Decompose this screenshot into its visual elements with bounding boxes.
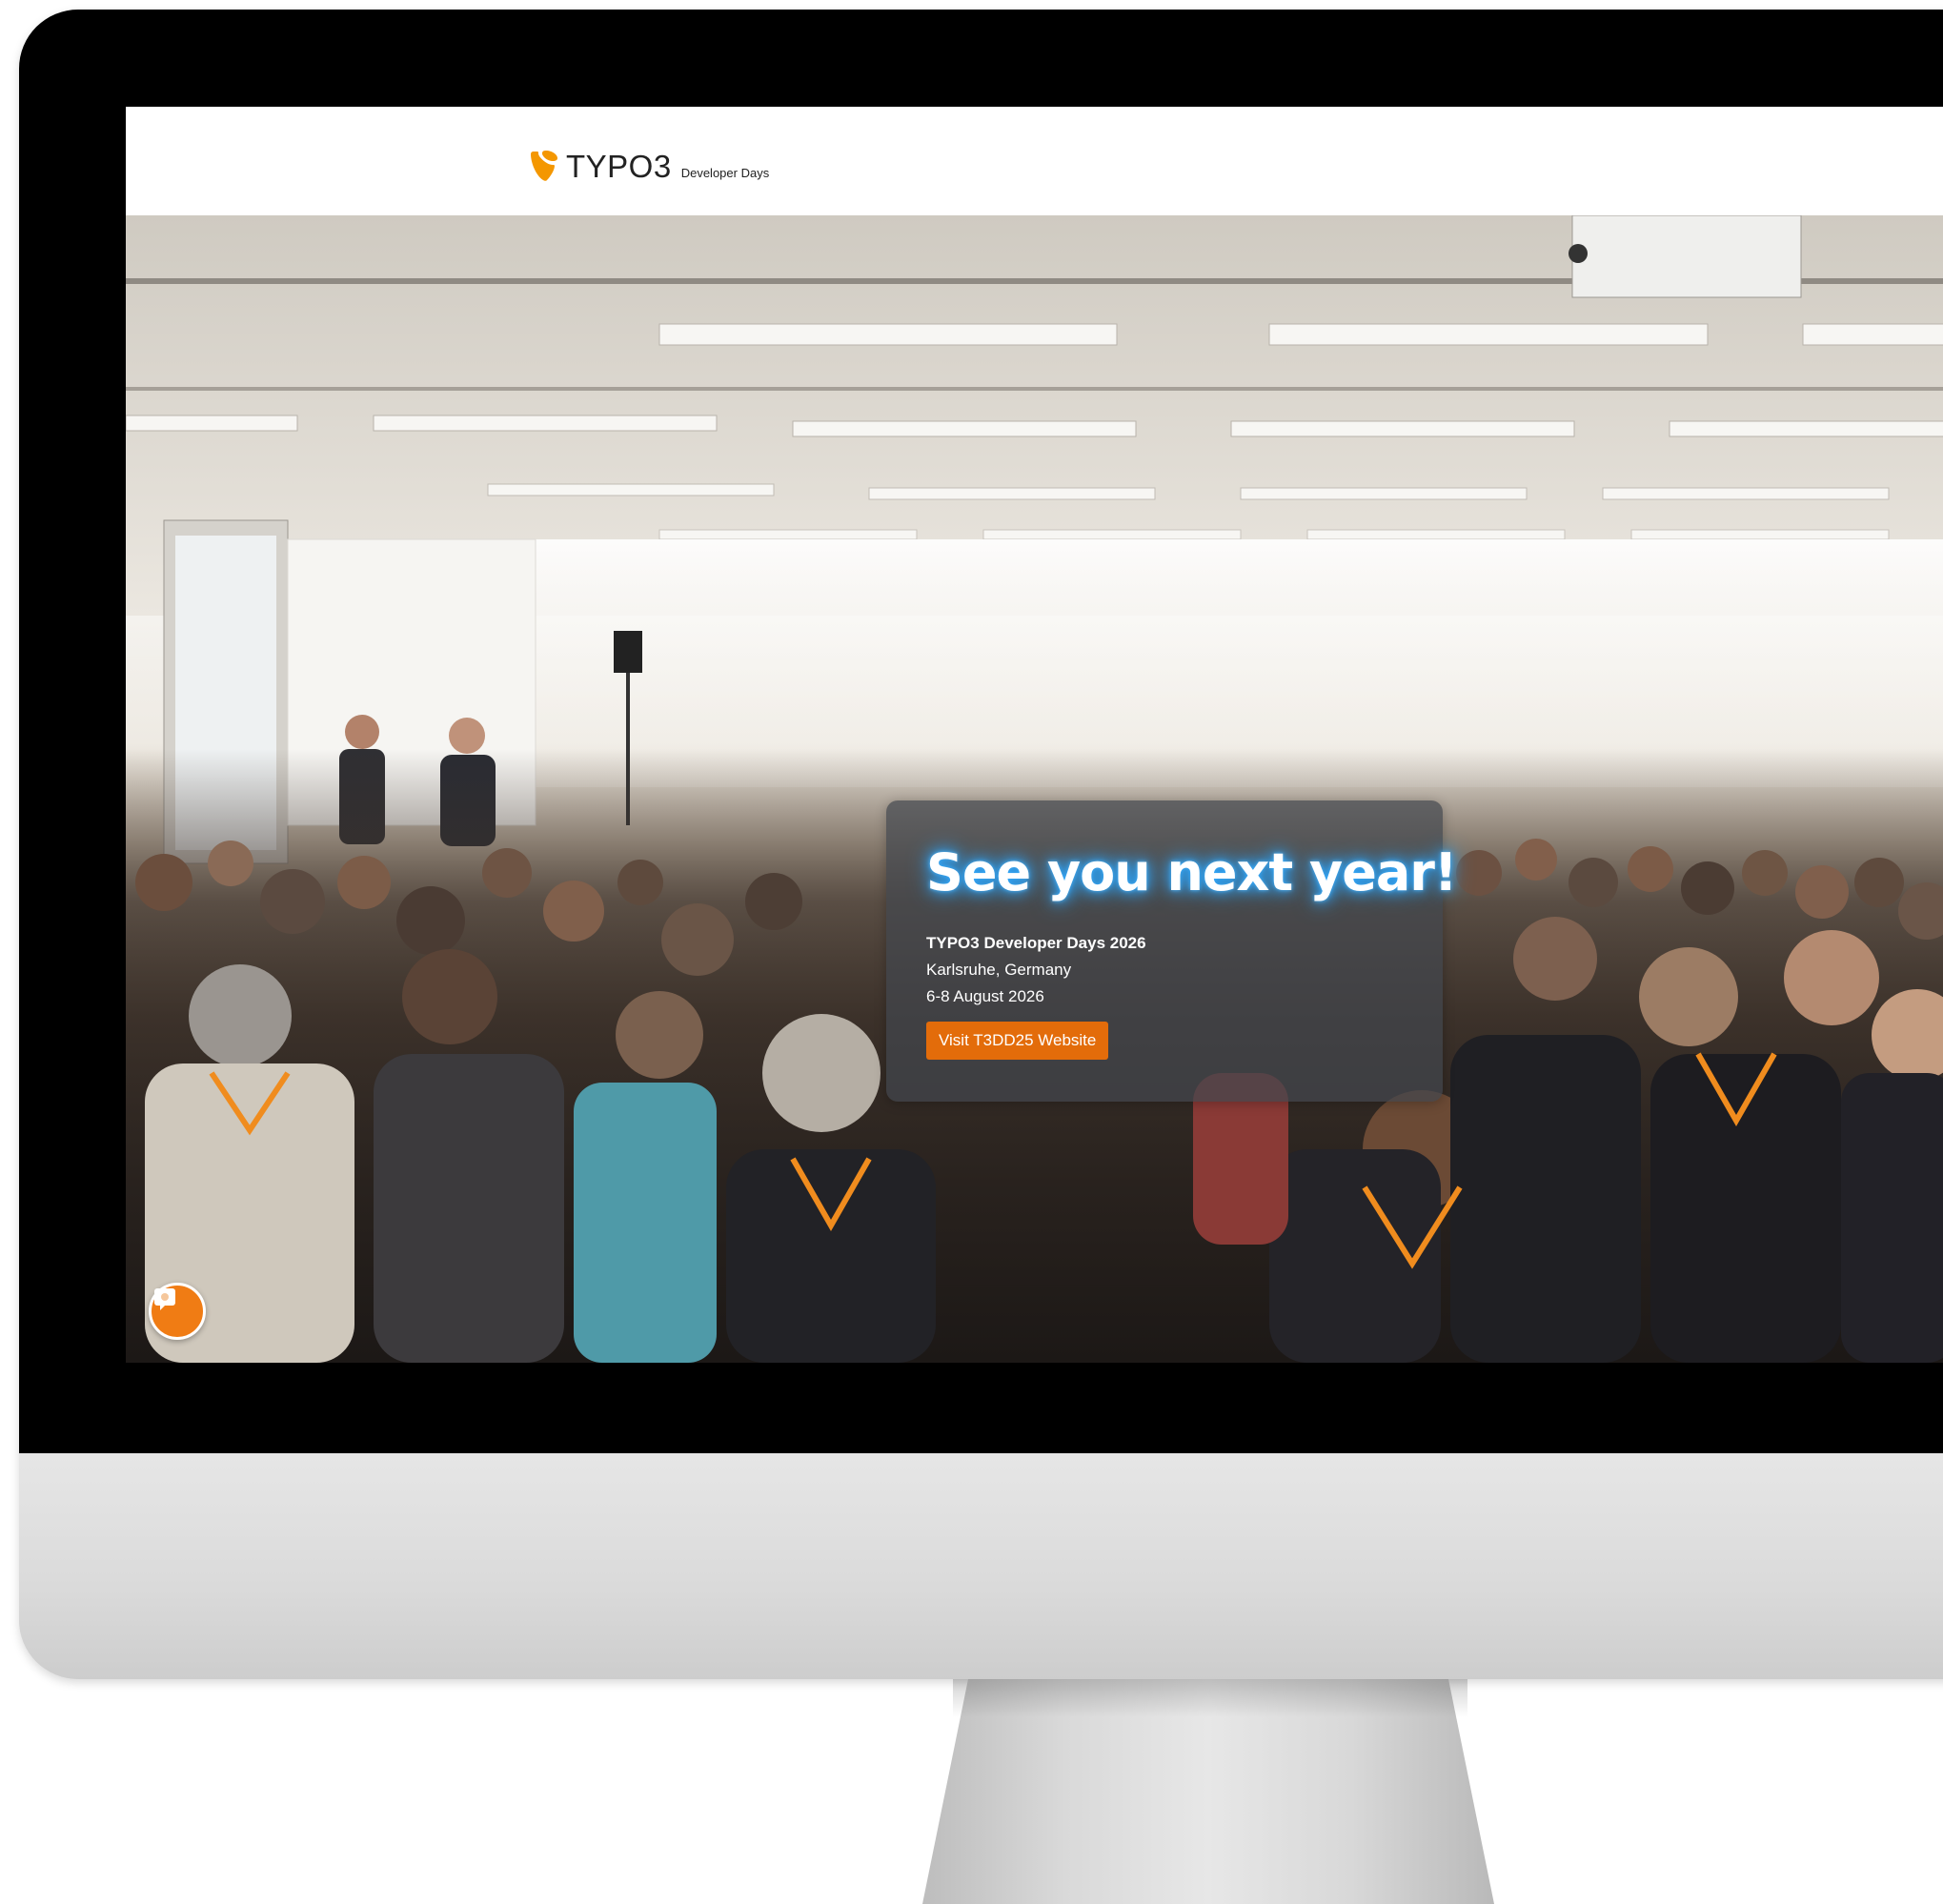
card-title: See you next year!	[926, 842, 1458, 902]
light-strip	[1240, 487, 1528, 500]
loudspeaker	[614, 631, 642, 673]
chat-launcher-button[interactable]	[149, 1283, 206, 1340]
hero-photo	[126, 215, 1943, 1363]
browser-viewport: TYPO3 Developer Days See you next year! …	[126, 107, 1943, 1363]
light-strip	[1602, 487, 1890, 500]
visit-website-button[interactable]: Visit T3DD25 Website	[926, 1022, 1109, 1060]
light-strip	[1268, 323, 1709, 346]
event-dates: 6-8 August 2026	[926, 987, 1044, 1005]
light-strip	[1669, 420, 1943, 437]
site-logo[interactable]: TYPO3 Developer Days	[530, 145, 769, 183]
next-event-card: See you next year! TYPO3 Developer Days …	[886, 800, 1458, 1102]
ceiling-beam	[126, 387, 1943, 391]
presenter-head	[345, 715, 379, 749]
projector	[1571, 215, 1802, 298]
light-strip	[868, 487, 1156, 500]
site-header: TYPO3 Developer Days	[126, 107, 1943, 216]
event-details: TYPO3 Developer Days 2026 Karlsruhe, Ger…	[926, 930, 1146, 1010]
event-location: Karlsruhe, Germany	[926, 961, 1072, 979]
light-strip	[982, 529, 1242, 540]
logo-subtitle: Developer Days	[680, 166, 770, 180]
light-strip	[1802, 323, 1943, 346]
logo-wordmark: TYPO3	[566, 149, 672, 184]
chat-bubble-icon	[154, 1288, 175, 1310]
light-strip	[126, 415, 298, 432]
event-name: TYPO3 Developer Days 2026	[926, 934, 1146, 952]
light-strip	[487, 483, 775, 496]
device-mockup-scene: TYPO3 Developer Days See you next year! …	[0, 0, 1943, 1904]
light-strip	[1306, 529, 1566, 540]
monitor-stand-shadow	[953, 1679, 1467, 1717]
monitor-chin	[19, 1453, 1943, 1679]
light-strip	[658, 323, 1118, 346]
light-strip	[373, 415, 718, 432]
presenter-head	[449, 718, 485, 754]
light-strip	[792, 420, 1137, 437]
light-strip	[1230, 420, 1575, 437]
projector-lens	[1569, 244, 1588, 263]
light-strip	[658, 529, 918, 540]
hero-banner: See you next year! TYPO3 Developer Days …	[126, 215, 1943, 1363]
typo3-logo-icon	[531, 151, 557, 181]
light-strip	[1630, 529, 1890, 540]
